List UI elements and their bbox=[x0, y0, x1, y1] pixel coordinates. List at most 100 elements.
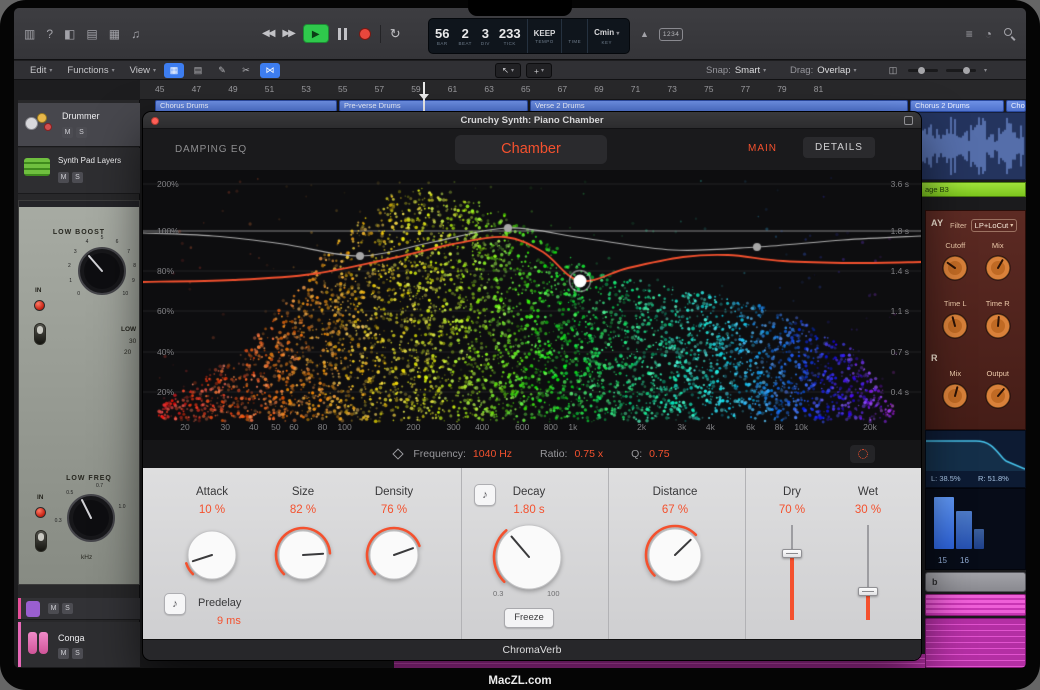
editors-icon[interactable]: ♫ bbox=[131, 24, 140, 44]
playhead[interactable] bbox=[423, 82, 425, 112]
solo-button[interactable]: S bbox=[76, 127, 87, 138]
predelay-value[interactable]: 9 ms bbox=[217, 615, 241, 627]
record-button[interactable] bbox=[359, 28, 371, 40]
lcd-time-section[interactable]: TIME bbox=[562, 19, 588, 53]
zoom-presets-chevron[interactable]: ▾ bbox=[984, 67, 987, 74]
view-menu[interactable]: View▾ bbox=[130, 65, 156, 76]
plugin-panel-header[interactable] bbox=[19, 201, 140, 207]
forward-button[interactable]: ▶▶ bbox=[282, 28, 293, 39]
track-row-conga[interactable]: Conga M S bbox=[18, 622, 140, 668]
dry-slider-thumb[interactable] bbox=[782, 549, 802, 558]
pencil-tool-icon[interactable]: ✎ bbox=[212, 63, 232, 78]
ratio-value[interactable]: 0.75 x bbox=[574, 448, 603, 460]
low-freq-knob[interactable]: 0.30.50.71.0 bbox=[51, 478, 131, 558]
damping-eq-label[interactable]: DAMPING EQ bbox=[175, 144, 247, 155]
left-click-tool-menu[interactable]: ↖▾ bbox=[495, 63, 521, 78]
tab-main[interactable]: MAIN bbox=[748, 143, 777, 154]
lcd-key-section[interactable]: Cmin ▾KEY bbox=[588, 19, 625, 53]
time-l-knob[interactable] bbox=[940, 311, 970, 341]
snap-select[interactable]: Smart▾ bbox=[735, 65, 766, 76]
wet-value[interactable]: 30 % bbox=[823, 504, 913, 516]
quick-help-icon[interactable]: ? bbox=[46, 24, 53, 44]
region-verse2-drums[interactable]: Verse 2 Drums bbox=[530, 100, 908, 112]
region-vintage-b3[interactable]: age B3 bbox=[910, 182, 1026, 197]
output-knob[interactable] bbox=[983, 381, 1013, 411]
filter-mode-select[interactable]: LP+LoCut▾ bbox=[971, 219, 1018, 232]
list-icon[interactable]: ≡ bbox=[966, 24, 973, 44]
solo-button[interactable]: S bbox=[72, 172, 83, 183]
play-button[interactable]: ▶ bbox=[303, 24, 329, 43]
reverb-visualizer[interactable]: 200%100%80%60%40%20%3.6 s1.8 s1.4 s1.1 s… bbox=[143, 170, 921, 440]
particle-burst-toggle[interactable] bbox=[850, 445, 875, 463]
distance-value[interactable]: 67 % bbox=[630, 504, 720, 516]
density-value[interactable]: 76 % bbox=[349, 504, 439, 516]
plugin-titlebar[interactable]: Crunchy Synth: Piano Chamber bbox=[143, 112, 921, 129]
freq-toggle-switch[interactable] bbox=[35, 530, 47, 552]
edit-menu[interactable]: Edit▾ bbox=[30, 65, 52, 76]
link-icon[interactable] bbox=[904, 116, 913, 125]
list-view-icon[interactable]: ▤ bbox=[188, 63, 208, 78]
mute-button[interactable]: M bbox=[58, 172, 69, 183]
distance-knob[interactable] bbox=[644, 524, 706, 591]
search-icon[interactable] bbox=[1004, 28, 1016, 40]
preset-button[interactable]: Chamber bbox=[455, 135, 607, 164]
crossfade-tool-icon[interactable]: ⋈ bbox=[260, 63, 280, 78]
mix-knob[interactable] bbox=[983, 253, 1013, 283]
mix-out-knob[interactable] bbox=[940, 381, 970, 411]
time-r-knob[interactable] bbox=[983, 311, 1013, 341]
attack-knob[interactable] bbox=[183, 526, 241, 589]
audio-region-waveform[interactable] bbox=[910, 112, 1026, 180]
region-chorus-cut[interactable]: Chor bbox=[1006, 100, 1026, 112]
track-name[interactable]: Synth Pad Layers bbox=[58, 156, 121, 165]
predelay-sync-button[interactable]: ♪ bbox=[164, 593, 186, 615]
functions-menu[interactable]: Functions▾ bbox=[67, 65, 114, 76]
in-led-button[interactable] bbox=[35, 507, 46, 518]
drag-select[interactable]: Overlap▾ bbox=[817, 65, 856, 76]
solo-button[interactable]: S bbox=[62, 603, 73, 614]
smart-controls-icon[interactable]: ▤ bbox=[86, 24, 97, 44]
browser-icon[interactable]: ▥ bbox=[24, 24, 35, 44]
wet-slider[interactable] bbox=[858, 525, 878, 620]
size-knob[interactable] bbox=[274, 526, 332, 589]
frequency-value[interactable]: 1040 Hz bbox=[473, 448, 512, 460]
midi-region-pink[interactable] bbox=[925, 594, 1026, 616]
track-name[interactable]: Drummer bbox=[62, 111, 100, 121]
boost-toggle-switch[interactable] bbox=[34, 323, 46, 345]
dry-slider[interactable] bbox=[782, 525, 802, 620]
mixer-icon[interactable]: ▦ bbox=[109, 24, 120, 44]
scissors-tool-icon[interactable]: ✂ bbox=[236, 63, 256, 78]
horizontal-zoom-slider[interactable] bbox=[908, 69, 938, 72]
particle-cloud-canvas[interactable] bbox=[143, 170, 921, 440]
mute-button[interactable]: M bbox=[62, 127, 73, 138]
mute-button[interactable]: M bbox=[58, 648, 69, 659]
wet-slider-thumb[interactable] bbox=[858, 587, 878, 596]
vertical-zoom-slider[interactable] bbox=[946, 69, 976, 72]
rewind-button[interactable]: ◀◀ bbox=[262, 28, 273, 39]
low-boost-knob[interactable]: 012345678910 bbox=[62, 231, 140, 311]
decay-value[interactable]: 1.80 s bbox=[484, 504, 574, 516]
lcd-display[interactable]: 56BAR 2BEAT 3DIV 233TICK KEEPTEMPO TIME … bbox=[428, 18, 630, 54]
lcd-tempo-section[interactable]: KEEPTEMPO bbox=[528, 19, 563, 53]
grid-view-icon[interactable]: ▦ bbox=[164, 63, 184, 78]
inspector-icon[interactable]: ◧ bbox=[64, 24, 75, 44]
midi-region-pink-striped[interactable] bbox=[925, 618, 1026, 668]
filter-curve-display[interactable]: L: 38.5% R: 51.8% bbox=[925, 430, 1026, 488]
count-in-button[interactable]: 1234 bbox=[659, 28, 683, 41]
region-gray[interactable]: b bbox=[925, 572, 1026, 592]
track-row-synth-pad[interactable]: Synth Pad Layers M S bbox=[18, 148, 140, 194]
clock-icon[interactable]: ◔ bbox=[985, 24, 992, 44]
region-chorus-drums[interactable]: Chorus Drums bbox=[155, 100, 337, 112]
region-preverse-drums[interactable]: Pre-verse Drums bbox=[339, 100, 528, 112]
size-value[interactable]: 82 % bbox=[258, 504, 348, 516]
attack-value[interactable]: 10 % bbox=[167, 504, 257, 516]
solo-button[interactable]: S bbox=[72, 648, 83, 659]
track-name[interactable]: Conga bbox=[58, 633, 85, 643]
cycle-button[interactable]: ↻ bbox=[390, 26, 401, 42]
command-click-tool-menu[interactable]: +▾ bbox=[526, 63, 552, 78]
q-value[interactable]: 0.75 bbox=[649, 448, 669, 460]
waveform-zoom-icon[interactable]: ◫ bbox=[886, 63, 900, 78]
decay-knob[interactable] bbox=[492, 520, 566, 599]
tab-details[interactable]: DETAILS bbox=[803, 137, 875, 158]
density-knob[interactable] bbox=[365, 526, 423, 589]
metronome-icon[interactable]: ▲ bbox=[640, 24, 649, 44]
